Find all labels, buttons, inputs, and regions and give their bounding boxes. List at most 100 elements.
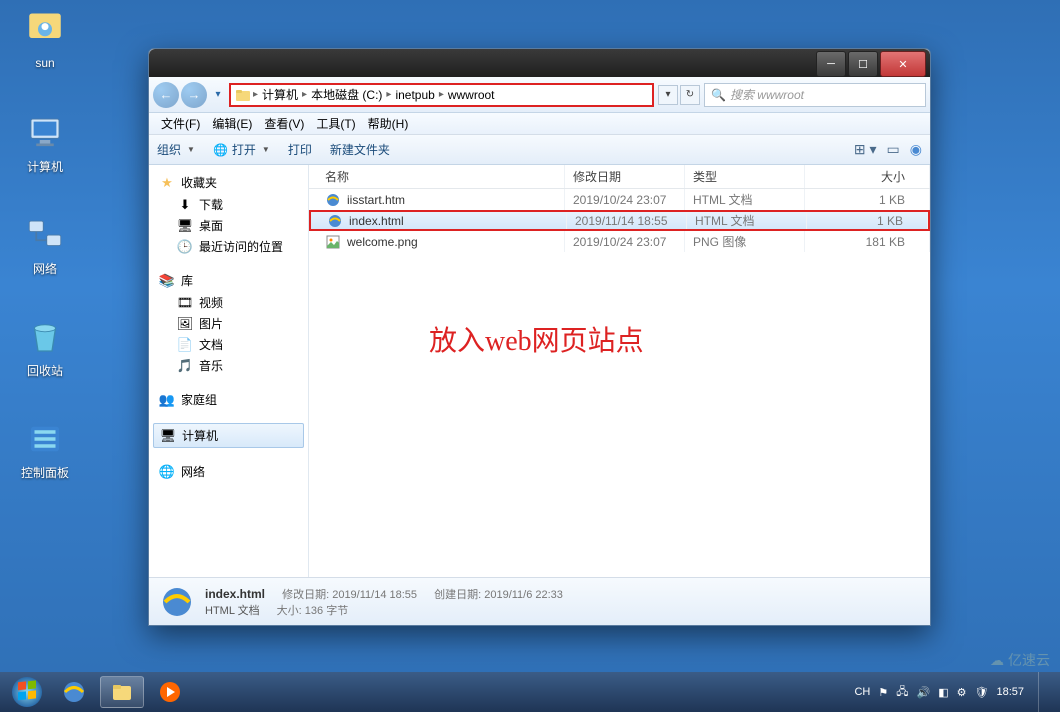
minimize-button[interactable]: ─ (816, 51, 846, 77)
menu-file[interactable]: 文件(F) (155, 115, 206, 132)
sidebar-downloads[interactable]: ⬇下载 (149, 194, 308, 215)
menu-bar: 文件(F) 编辑(E) 查看(V) 工具(T) 帮助(H) (149, 113, 930, 135)
file-list[interactable]: iisstart.htm 2019/10/24 23:07 HTML 文档 1 … (309, 189, 930, 577)
new-folder-button[interactable]: 新建文件夹 (330, 141, 390, 158)
taskbar: CH ⚑ 🖧 🔊 ◧ ⚙ 🛡 18:57 (0, 672, 1060, 712)
cloud-icon: ☁ (990, 652, 1004, 669)
search-input[interactable]: 🔍 搜索 wwwroot (704, 83, 926, 107)
watermark: ☁ 亿速云 (990, 650, 1050, 670)
ie-icon: 🌐 (213, 143, 228, 157)
sidebar-homegroup[interactable]: 👥家庭组 (149, 388, 308, 411)
sidebar-recent[interactable]: 🕒最近访问的位置 (149, 236, 308, 257)
picture-icon: 🖼 (177, 316, 193, 332)
tray-action-center-icon[interactable]: ⚑ (878, 686, 888, 699)
png-icon (325, 234, 341, 250)
system-tray: CH ⚑ 🖧 🔊 ◧ ⚙ 🛡 18:57 (854, 672, 1056, 712)
breadcrumb-seg[interactable]: inetpub (391, 88, 438, 102)
toolbar: 组织▼ 🌐打开▼ 打印 新建文件夹 ⊞ ▾ ▭ ◉ (149, 135, 930, 165)
nav-sidebar: ★收藏夹 ⬇下载 🖥桌面 🕒最近访问的位置 📚库 🎞视频 🖼图片 📄文档 🎵音乐… (149, 165, 309, 577)
menu-tools[interactable]: 工具(T) (310, 115, 361, 132)
breadcrumb-seg[interactable]: 计算机 (258, 86, 302, 103)
tray-clock[interactable]: 18:57 (996, 686, 1024, 698)
file-row[interactable]: welcome.png 2019/10/24 23:07 PNG 图像 181 … (309, 231, 930, 252)
breadcrumb[interactable]: ▸ 计算机 ▸ 本地磁盘 (C:) ▸ inetpub ▸ wwwroot (229, 83, 654, 107)
menu-edit[interactable]: 编辑(E) (206, 115, 258, 132)
ie-icon (159, 584, 195, 620)
sidebar-pictures[interactable]: 🖼图片 (149, 313, 308, 334)
breadcrumb-dropdown[interactable]: ▾ (658, 85, 678, 105)
library-icon: 📚 (159, 273, 175, 289)
col-name[interactable]: 名称 (309, 165, 565, 188)
titlebar[interactable]: ─ ☐ ✕ (149, 49, 930, 77)
close-button[interactable]: ✕ (880, 51, 926, 77)
nav-forward-button[interactable]: → (181, 82, 207, 108)
file-row[interactable]: iisstart.htm 2019/10/24 23:07 HTML 文档 1 … (309, 189, 930, 210)
details-pane: index.html 修改日期: 2019/11/14 18:55 创建日期: … (149, 577, 930, 625)
print-button[interactable]: 打印 (288, 141, 312, 158)
nav-history-dropdown[interactable]: ▾ (211, 82, 225, 108)
tray-icon[interactable]: ⚙ (957, 686, 967, 699)
sidebar-network[interactable]: 🌐网络 (149, 460, 308, 483)
col-date[interactable]: 修改日期 (565, 165, 685, 188)
search-icon: 🔍 (711, 88, 726, 102)
nav-back-button[interactable]: ← (153, 82, 179, 108)
desktop-icon: 🖥 (177, 218, 193, 234)
sidebar-favorites[interactable]: ★收藏夹 (149, 171, 308, 194)
desktop-icon-computer[interactable]: 计算机 (10, 112, 80, 175)
sidebar-computer[interactable]: 🖥计算机 (153, 423, 304, 448)
desktop-icon-control-panel[interactable]: 控制面板 (10, 418, 80, 481)
tray-network-icon[interactable]: 🖧 (896, 683, 908, 702)
column-headers: 名称 修改日期 类型 大小 (309, 165, 930, 189)
ie-icon (327, 213, 343, 229)
refresh-button[interactable]: ↻ (680, 85, 700, 105)
ie-icon (325, 192, 341, 208)
taskbar-wmp[interactable] (148, 676, 192, 708)
music-icon: 🎵 (177, 358, 193, 374)
file-pane: 名称 修改日期 类型 大小 iisstart.htm 2019/10/24 23… (309, 165, 930, 577)
folder-icon (235, 87, 251, 103)
star-icon: ★ (159, 175, 175, 191)
breadcrumb-seg[interactable]: 本地磁盘 (C:) (307, 86, 386, 103)
file-row[interactable]: index.html 2019/11/14 18:55 HTML 文档 1 KB (309, 210, 930, 231)
taskbar-explorer[interactable] (100, 676, 144, 708)
sidebar-documents[interactable]: 📄文档 (149, 334, 308, 355)
network-icon: 🌐 (159, 464, 175, 480)
sidebar-music[interactable]: 🎵音乐 (149, 355, 308, 376)
sidebar-libraries[interactable]: 📚库 (149, 269, 308, 292)
sidebar-desktop[interactable]: 🖥桌面 (149, 215, 308, 236)
detail-name: index.html (205, 587, 265, 601)
show-desktop-button[interactable] (1038, 672, 1050, 712)
maximize-button[interactable]: ☐ (848, 51, 878, 77)
view-options-button[interactable]: ⊞ ▾ (854, 141, 877, 158)
tray-volume-icon[interactable]: 🔊 (917, 686, 931, 699)
content-area: ★收藏夹 ⬇下载 🖥桌面 🕒最近访问的位置 📚库 🎞视频 🖼图片 📄文档 🎵音乐… (149, 165, 930, 577)
open-button[interactable]: 🌐打开▼ (213, 141, 270, 158)
detail-type: HTML 文档 (205, 605, 260, 617)
help-button[interactable]: ◉ (910, 141, 922, 158)
tray-icon[interactable]: 🛡 (975, 686, 989, 699)
organize-button[interactable]: 组织▼ (157, 141, 195, 158)
homegroup-icon: 👥 (159, 392, 175, 408)
col-type[interactable]: 类型 (685, 165, 805, 188)
taskbar-ie[interactable] (52, 676, 96, 708)
annotation-text: 放入web网页站点 (429, 319, 644, 359)
start-button[interactable] (4, 672, 50, 712)
sidebar-videos[interactable]: 🎞视频 (149, 292, 308, 313)
computer-icon: 🖥 (160, 428, 176, 444)
tray-lang[interactable]: CH (854, 686, 870, 698)
tray-icon[interactable]: ◧ (938, 686, 948, 699)
nav-bar: ← → ▾ ▸ 计算机 ▸ 本地磁盘 (C:) ▸ inetpub ▸ wwwr… (149, 77, 930, 113)
desktop-icon-sun[interactable]: sun (10, 10, 80, 70)
video-icon: 🎞 (177, 295, 193, 311)
desktop-icon-network[interactable]: 网络 (10, 214, 80, 277)
preview-pane-button[interactable]: ▭ (887, 141, 900, 158)
recent-icon: 🕒 (177, 239, 193, 255)
explorer-window: ─ ☐ ✕ ← → ▾ ▸ 计算机 ▸ 本地磁盘 (C:) ▸ inetpub … (148, 48, 931, 626)
menu-help[interactable]: 帮助(H) (362, 115, 415, 132)
desktop-icon-recycle[interactable]: 回收站 (10, 316, 80, 379)
download-icon: ⬇ (177, 197, 193, 213)
menu-view[interactable]: 查看(V) (258, 115, 310, 132)
col-size[interactable]: 大小 (805, 165, 930, 188)
document-icon: 📄 (177, 337, 193, 353)
breadcrumb-seg[interactable]: wwwroot (444, 88, 499, 102)
